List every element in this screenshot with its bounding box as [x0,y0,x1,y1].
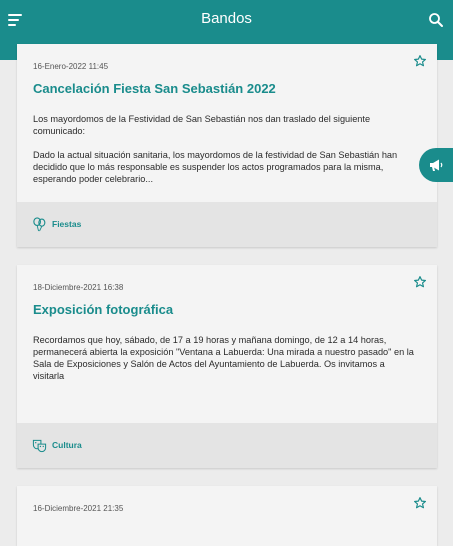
card-paragraph: Los mayordomos de la Festividad de San S… [33,114,371,136]
favorite-star-icon[interactable] [413,275,427,289]
megaphone-icon [430,159,443,171]
news-card[interactable]: 16-Diciembre-2021 21:35 [17,486,437,546]
card-category-bar[interactable]: Fiestas [17,202,437,247]
card-category-bar[interactable]: Cultura [17,423,437,468]
news-card[interactable]: 16-Enero-2022 11:45 Cancelación Fiesta S… [17,44,437,247]
category-label: Fiestas [52,219,82,229]
favorite-star-icon[interactable] [413,496,427,510]
search-icon[interactable] [428,12,444,28]
theater-masks-icon [32,439,47,453]
category-label: Cultura [52,440,82,450]
card-body: Los mayordomos de la Festividad de San S… [33,113,417,197]
news-card[interactable]: 18-Diciembre-2021 16:38 Exposición fotog… [17,265,437,468]
card-date: 16-Enero-2022 11:45 [33,62,109,71]
card-paragraph: Dado la actual situación sanitaria, los … [33,150,398,184]
card-paragraph: Recordamos que hoy, sábado, de 17 a 19 h… [33,335,414,381]
page-title: Bandos [201,10,252,27]
card-body: Recordamos que hoy, sábado, de 17 a 19 h… [33,334,417,394]
balloons-icon [33,217,46,232]
card-title[interactable]: Cancelación Fiesta San Sebastián 2022 [33,81,276,96]
card-date: 18-Diciembre-2021 16:38 [33,283,124,292]
announcements-button[interactable] [419,148,453,182]
card-title[interactable]: Exposición fotográfica [33,302,173,317]
favorite-star-icon[interactable] [413,54,427,68]
